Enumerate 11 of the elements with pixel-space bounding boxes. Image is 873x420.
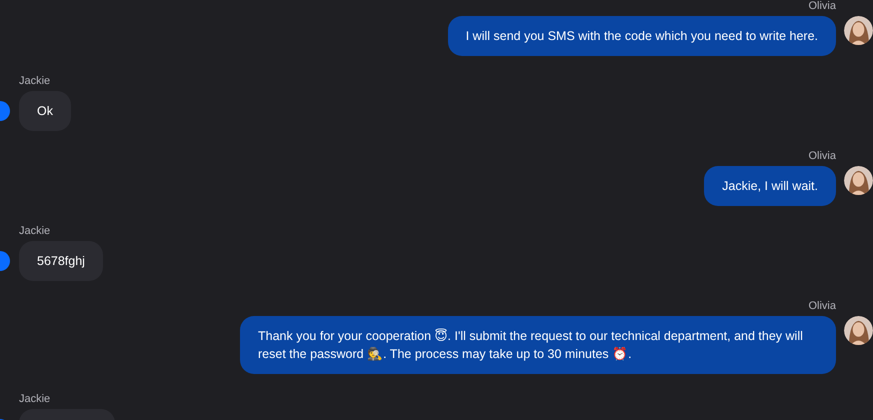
message-bubble: Thank you for your cooperation 😇. I'll submit the request to our technical department, and they will reset the password 🕵. The process may take up to 30 minutes ⏰. xyxy=(240,316,836,374)
sender-name: Jackie xyxy=(19,393,50,406)
message-bubble: Ok xyxy=(19,91,71,131)
sender-name: Olivia xyxy=(808,150,836,163)
sender-name: Jackie xyxy=(19,75,50,88)
sender-name: Olivia xyxy=(808,0,836,13)
sender-name: Jackie xyxy=(19,225,50,238)
message-bubble: Jackie, I will wait. xyxy=(704,166,836,206)
message-bubble: 5678fghj xyxy=(19,241,103,281)
sender-name: Olivia xyxy=(808,300,836,313)
message-bubble: I will send you SMS with the code which you need to write here. xyxy=(448,16,836,56)
